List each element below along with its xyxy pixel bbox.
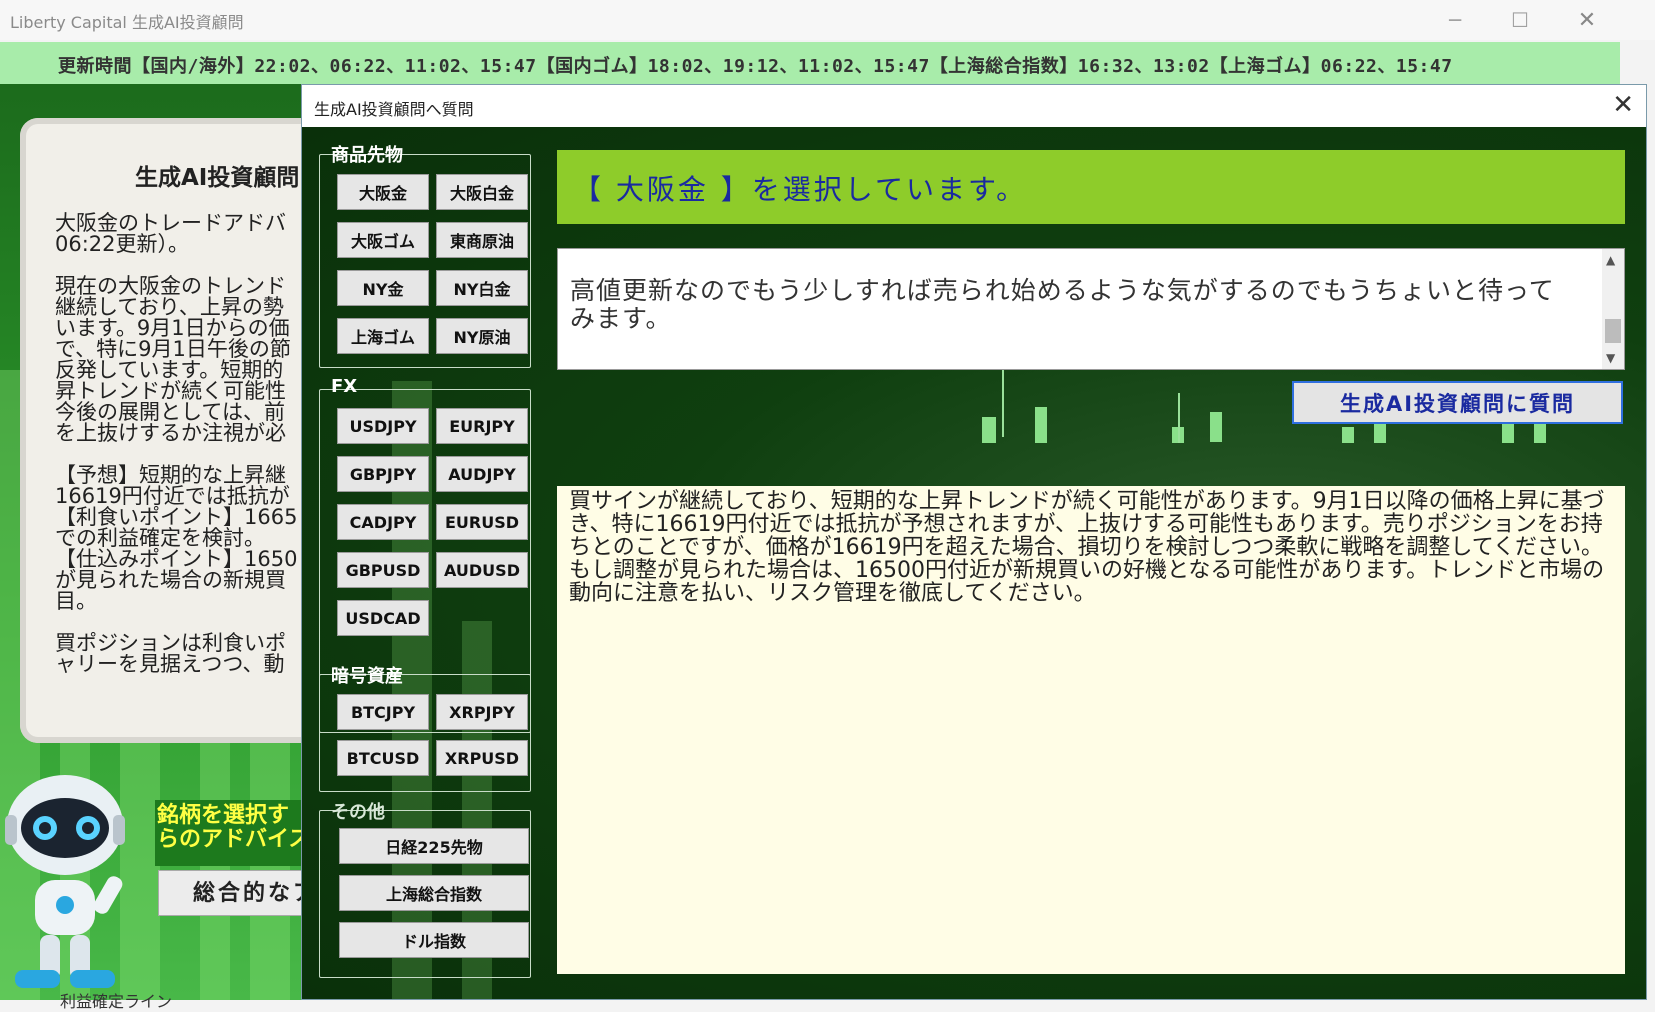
answer-box: 買サインが継続しており、短期的な上昇トレンドが続く可能性があります。9月1日以降… <box>557 486 1625 974</box>
chart-candle <box>1210 412 1222 442</box>
advisor-panel: 生成AI投資顧問 大阪金のトレードアドバ 06:22更新）。 現在の大阪金のトレ… <box>20 118 320 743</box>
scroll-down-icon[interactable]: ▼ <box>1606 351 1615 365</box>
question-text: 高値更新なのでもう少しすれば売られ始めるような気がするのでもうちょいと待ってみま… <box>570 276 1555 333</box>
commodities-group-title: 商品先物 <box>331 145 403 166</box>
advisor-panel-title: 生成AI投資顧問 <box>135 165 300 191</box>
fx-button-eurjpy[interactable]: EURJPY <box>436 408 528 444</box>
fx-button-usdjpy[interactable]: USDJPY <box>337 408 429 444</box>
dialog-title: 生成AI投資顧問へ質問 <box>314 100 474 119</box>
question-input[interactable]: 高値更新なのでもう少しすれば売られ始めるような気がするのでもうちょいと待ってみま… <box>557 248 1625 370</box>
update-time-bar: 更新時間【国内/海外】22:02、06:22、11:02、15:47【国内ゴム】… <box>0 42 1620 84</box>
crypto-button-btcusd[interactable]: BTCUSD <box>337 740 429 776</box>
bottom-partial-text: 利益確定ライン <box>60 992 173 1011</box>
chart-candle <box>982 417 996 443</box>
close-icon: ✕ <box>1577 7 1597 33</box>
fx-button-gbpusd[interactable]: GBPUSD <box>337 552 429 588</box>
commodity-button-ny-crude[interactable]: NY原油 <box>436 318 528 354</box>
fx-button-audjpy[interactable]: AUDJPY <box>436 456 528 492</box>
other-button-nikkei225[interactable]: 日経225先物 <box>339 828 529 864</box>
crypto-button-xrpjpy[interactable]: XRPJPY <box>436 694 528 730</box>
robot-mascot-icon <box>5 775 125 988</box>
other-group-title: その他 <box>331 802 385 823</box>
selected-symbol-text: 【 大阪金 】を選択しています。 <box>573 173 1028 206</box>
commodity-button-osaka-rubber[interactable]: 大阪ゴム <box>337 222 429 258</box>
other-button-shanghai-index[interactable]: 上海総合指数 <box>339 875 529 911</box>
minimize-icon: ─ <box>1448 8 1462 32</box>
maximize-icon: ☐ <box>1511 8 1529 32</box>
fx-button-cadjpy[interactable]: CADJPY <box>337 504 429 540</box>
minimize-button[interactable]: ─ <box>1425 0 1485 40</box>
commodity-button-osaka-platinum[interactable]: 大阪白金 <box>436 174 528 210</box>
commodity-button-shanghai-rubber[interactable]: 上海ゴム <box>337 318 429 354</box>
update-time-text: 更新時間【国内/海外】22:02、06:22、11:02、15:47【国内ゴム】… <box>58 56 1453 77</box>
chart-candle <box>1035 407 1047 443</box>
fx-button-audusd[interactable]: AUDUSD <box>436 552 528 588</box>
dialog-titlebar: 生成AI投資顧問へ質問 ✕ <box>302 85 1646 127</box>
fx-button-eurusd[interactable]: EURUSD <box>436 504 528 540</box>
answer-text: 買サインが継続しており、短期的な上昇トレンドが続く可能性があります。9月1日以降… <box>569 489 1605 606</box>
scroll-thumb[interactable] <box>1605 319 1621 343</box>
commodity-button-osaka-gold[interactable]: 大阪金 <box>337 174 429 210</box>
fx-group-title: FX <box>331 376 358 397</box>
commodity-button-tocom-crude[interactable]: 東商原油 <box>436 222 528 258</box>
other-button-dollar-index[interactable]: ドル指数 <box>339 922 529 958</box>
fx-button-usdcad[interactable]: USDCAD <box>337 600 429 636</box>
advisor-panel-body: 大阪金のトレードアドバ 06:22更新）。 現在の大阪金のトレンド 継続しており… <box>55 211 298 676</box>
window-titlebar: Liberty Capital 生成AI投資顧問 ─ ☐ ✕ <box>0 0 1655 40</box>
ask-advisor-button[interactable]: 生成AI投資顧問に質問 <box>1292 381 1623 424</box>
maximize-button[interactable]: ☐ <box>1490 0 1550 40</box>
fx-button-gbpjpy[interactable]: GBPJPY <box>337 456 429 492</box>
window-title: Liberty Capital 生成AI投資顧問 <box>10 13 244 32</box>
crypto-button-xrpusd[interactable]: XRPUSD <box>436 740 528 776</box>
chart-wick <box>1178 393 1180 443</box>
summary-advice-button[interactable]: 総合的なア <box>158 870 318 916</box>
chart-wick <box>1002 367 1004 437</box>
crypto-button-btcjpy[interactable]: BTCJPY <box>337 694 429 730</box>
dialog-close-button[interactable]: ✕ <box>1612 90 1634 120</box>
question-scrollbar[interactable]: ▲ ▼ <box>1602 249 1624 369</box>
scroll-up-icon[interactable]: ▲ <box>1606 253 1615 267</box>
commodity-button-ny-platinum[interactable]: NY白金 <box>436 270 528 306</box>
commodity-button-ny-gold[interactable]: NY金 <box>337 270 429 306</box>
crypto-group-title: 暗号資産 <box>331 666 403 687</box>
selected-symbol-banner: 【 大阪金 】を選択しています。 <box>557 150 1625 224</box>
chart-candle <box>1342 427 1354 443</box>
close-button[interactable]: ✕ <box>1557 0 1617 40</box>
instruction-text: 銘柄を選択す らのアドバイス <box>155 800 315 866</box>
